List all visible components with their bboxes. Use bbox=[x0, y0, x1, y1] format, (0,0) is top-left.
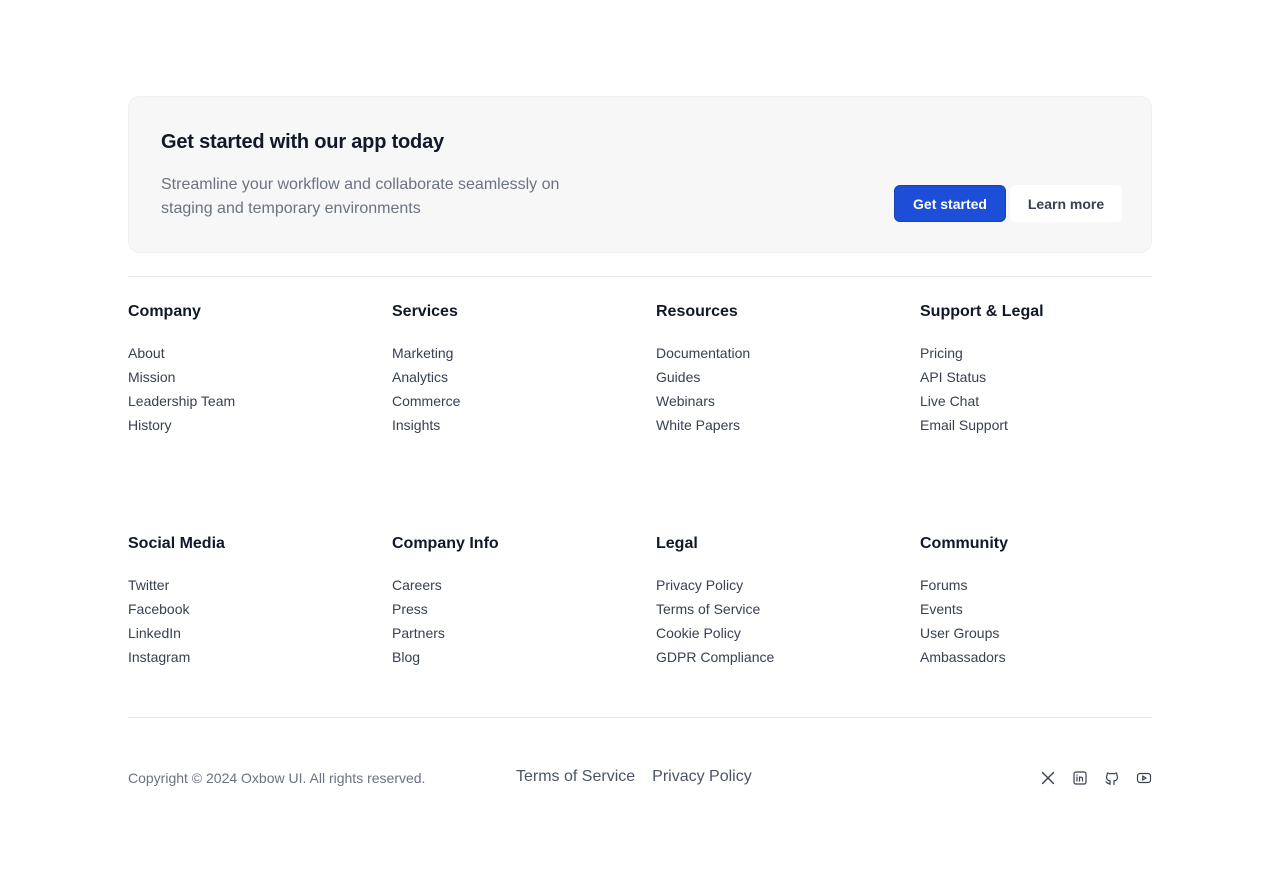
footer-link[interactable]: Blog bbox=[392, 645, 632, 669]
footer-link[interactable]: Forums bbox=[920, 573, 1160, 597]
footer-link[interactable]: Facebook bbox=[128, 597, 368, 621]
column-title: Services bbox=[392, 303, 458, 320]
footer-link[interactable]: Partners bbox=[392, 621, 632, 645]
github-icon[interactable] bbox=[1104, 770, 1120, 786]
footer-link[interactable]: Careers bbox=[392, 573, 632, 597]
column-title: Social Media bbox=[128, 535, 225, 552]
column-title: Community bbox=[920, 535, 1008, 552]
footer-link[interactable]: Cookie Policy bbox=[656, 621, 896, 645]
cta-banner: Get started with our app today Streamlin… bbox=[128, 96, 1152, 253]
footer-link[interactable]: Press bbox=[392, 597, 632, 621]
footer-link[interactable]: Documentation bbox=[656, 341, 896, 365]
copyright-text: Copyright © 2024 Oxbow UI. All rights re… bbox=[128, 770, 426, 786]
column-title: Company bbox=[128, 303, 201, 320]
column-title: Support & Legal bbox=[920, 303, 1044, 320]
footer-link[interactable]: Analytics bbox=[392, 365, 632, 389]
social-icons bbox=[1040, 770, 1152, 786]
footer-link[interactable]: White Papers bbox=[656, 413, 896, 437]
learn-more-button[interactable]: Learn more bbox=[1010, 185, 1122, 222]
footer-link[interactable]: Guides bbox=[656, 365, 896, 389]
footer-link[interactable]: Twitter bbox=[128, 573, 368, 597]
get-started-button[interactable]: Get started bbox=[894, 185, 1006, 222]
footer-link[interactable]: Live Chat bbox=[920, 389, 1160, 413]
footer-column-services: Services Marketing Analytics Commerce In… bbox=[392, 300, 632, 437]
footer-link[interactable]: LinkedIn bbox=[128, 621, 368, 645]
footer-link[interactable]: About bbox=[128, 341, 368, 365]
footer-column-company: Company About Mission Leadership Team Hi… bbox=[128, 300, 368, 437]
divider bbox=[128, 276, 1152, 277]
footer-column-social-media: Social Media Twitter Facebook LinkedIn I… bbox=[128, 532, 368, 669]
bottom-links: Terms of Service Privacy Policy bbox=[516, 767, 752, 787]
footer-column-resources: Resources Documentation Guides Webinars … bbox=[656, 300, 896, 437]
cta-title: Get started with our app today bbox=[161, 131, 444, 153]
x-icon[interactable] bbox=[1040, 770, 1056, 786]
footer-link[interactable]: Privacy Policy bbox=[656, 573, 896, 597]
youtube-icon[interactable] bbox=[1136, 770, 1152, 786]
cta-description: Streamline your workflow and collaborate… bbox=[161, 176, 560, 217]
footer-link[interactable]: Insights bbox=[392, 413, 632, 437]
footer-column-company-info: Company Info Careers Press Partners Blog bbox=[392, 532, 632, 669]
footer-link[interactable]: Marketing bbox=[392, 341, 632, 365]
footer-link[interactable]: Events bbox=[920, 597, 1160, 621]
footer-link[interactable]: Commerce bbox=[392, 389, 632, 413]
footer-link[interactable]: Terms of Service bbox=[656, 597, 896, 621]
footer-link[interactable]: Pricing bbox=[920, 341, 1160, 365]
footer-link[interactable]: Email Support bbox=[920, 413, 1160, 437]
footer-column-community: Community Forums Events User Groups Amba… bbox=[920, 532, 1160, 669]
footer-link[interactable]: Mission bbox=[128, 365, 368, 389]
footer-column-legal: Legal Privacy Policy Terms of Service Co… bbox=[656, 532, 896, 669]
footer-link[interactable]: API Status bbox=[920, 365, 1160, 389]
column-title: Legal bbox=[656, 535, 698, 552]
privacy-policy-link[interactable]: Privacy Policy bbox=[652, 767, 752, 787]
footer-link[interactable]: History bbox=[128, 413, 368, 437]
footer-link[interactable]: User Groups bbox=[920, 621, 1160, 645]
footer-link[interactable]: GDPR Compliance bbox=[656, 645, 896, 669]
footer-link[interactable]: Webinars bbox=[656, 389, 896, 413]
linkedin-icon[interactable] bbox=[1072, 770, 1088, 786]
column-title: Company Info bbox=[392, 535, 499, 552]
footer-link[interactable]: Instagram bbox=[128, 645, 368, 669]
footer-column-support-legal: Support & Legal Pricing API Status Live … bbox=[920, 300, 1160, 437]
footer-link[interactable]: Ambassadors bbox=[920, 645, 1160, 669]
footer-link[interactable]: Leadership Team bbox=[128, 389, 368, 413]
column-title: Resources bbox=[656, 303, 738, 320]
terms-of-service-link[interactable]: Terms of Service bbox=[516, 767, 635, 787]
divider bbox=[128, 717, 1152, 718]
